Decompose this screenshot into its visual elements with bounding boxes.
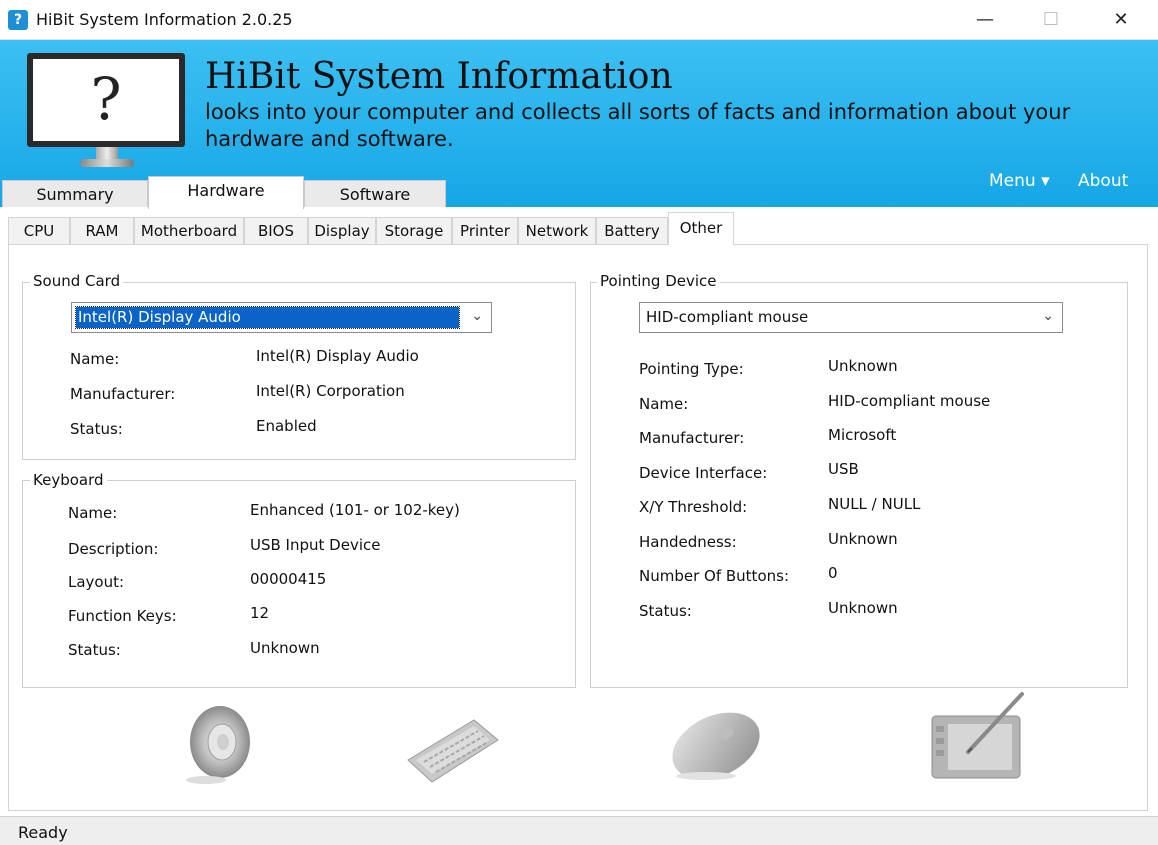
keyboard-function-keys-value: 12 <box>250 604 270 622</box>
sound-card-select[interactable]: Intel(R) Display Audio ⌄ <box>71 302 492 333</box>
pointing-status-value: Unknown <box>828 599 898 617</box>
keyboard-icon <box>407 719 499 783</box>
pointing-handedness-label: Handedness: <box>639 533 737 551</box>
subtab-cpu[interactable]: CPU <box>8 217 70 244</box>
keyboard-status-label: Status: <box>68 641 121 659</box>
pointing-device-selected-value: HID-compliant mouse <box>646 308 809 326</box>
pointing-device-group <box>590 282 1128 688</box>
pointing-name-value: HID-compliant mouse <box>828 392 991 410</box>
pointing-device-title: Pointing Device <box>597 272 720 290</box>
window-title: HiBit System Information 2.0.25 <box>36 10 293 29</box>
pointing-buttons-label: Number Of Buttons: <box>639 567 789 585</box>
app-icon: ? <box>8 10 28 30</box>
keyboard-description-value: USB Input Device <box>250 536 381 554</box>
sound-card-title: Sound Card <box>30 272 124 290</box>
keyboard-layout-label: Layout: <box>68 573 125 591</box>
minimize-button[interactable]: — <box>956 0 1014 40</box>
subtab-ram[interactable]: RAM <box>70 217 134 244</box>
title-bar: ? HiBit System Information 2.0.25 — ☐ ✕ <box>0 0 1158 40</box>
chevron-down-icon: ⌄ <box>1042 308 1054 324</box>
status-bar: Ready <box>0 816 1158 845</box>
subtab-other[interactable]: Other <box>668 212 734 245</box>
monitor-base <box>80 159 134 167</box>
keyboard-status-value: Unknown <box>250 639 320 657</box>
pointing-handedness-value: Unknown <box>828 530 898 548</box>
pointing-manufacturer-label: Manufacturer: <box>639 429 745 447</box>
tab-hardware[interactable]: Hardware <box>148 176 304 209</box>
keyboard-name-label: Name: <box>68 504 118 522</box>
about-link[interactable]: About <box>1078 171 1128 191</box>
keyboard-function-keys-label: Function Keys: <box>68 607 177 625</box>
subtab-bios[interactable]: BIOS <box>244 217 308 244</box>
keyboard-layout-value: 00000415 <box>250 570 327 588</box>
subtab-display[interactable]: Display <box>308 217 376 244</box>
monitor-logo-icon: ? <box>27 53 185 147</box>
pointing-type-label: Pointing Type: <box>639 360 744 378</box>
sound-card-selected-value: Intel(R) Display Audio <box>75 306 460 329</box>
keyboard-name-value: Enhanced (101- or 102-key) <box>250 501 460 519</box>
chevron-down-icon: ⌄ <box>471 308 483 324</box>
keyboard-description-label: Description: <box>68 540 159 558</box>
sound-manufacturer-value: Intel(R) Corporation <box>256 382 405 400</box>
pointing-threshold-value: NULL / NULL <box>828 495 921 513</box>
sound-manufacturer-label: Manufacturer: <box>70 385 176 403</box>
subtab-battery[interactable]: Battery <box>596 217 668 244</box>
pointing-manufacturer-value: Microsoft <box>828 426 897 444</box>
pointing-buttons-value: 0 <box>828 564 838 582</box>
pointing-interface-value: USB <box>828 460 859 478</box>
pointing-threshold-label: X/Y Threshold: <box>639 498 748 516</box>
app-heading: HiBit System Information <box>205 56 673 97</box>
tab-summary[interactable]: Summary <box>2 180 148 208</box>
pointing-status-label: Status: <box>639 602 692 620</box>
status-text: Ready <box>18 823 68 842</box>
speaker-icon <box>186 706 250 784</box>
sound-name-value: Intel(R) Display Audio <box>256 347 419 365</box>
subtab-storage[interactable]: Storage <box>376 217 452 244</box>
sound-status-label: Status: <box>70 420 123 438</box>
sound-name-label: Name: <box>70 350 120 368</box>
sound-status-value: Enabled <box>256 417 317 435</box>
subtab-network[interactable]: Network <box>518 217 596 244</box>
tab-software[interactable]: Software <box>304 180 446 208</box>
menu-button[interactable]: Menu ▾ <box>989 171 1050 191</box>
subtab-motherboard[interactable]: Motherboard <box>134 217 244 244</box>
mouse-icon <box>672 712 760 780</box>
subtab-printer[interactable]: Printer <box>452 217 518 244</box>
app-description: looks into your computer and collects al… <box>205 100 1071 151</box>
keyboard-title: Keyboard <box>30 471 107 489</box>
pointing-device-select[interactable]: HID-compliant mouse ⌄ <box>639 302 1063 333</box>
pointing-interface-label: Device Interface: <box>639 464 768 482</box>
maximize-button[interactable]: ☐ <box>1022 0 1080 40</box>
close-button[interactable]: ✕ <box>1092 0 1150 40</box>
pointing-type-value: Unknown <box>828 357 898 375</box>
graphics-tablet-icon <box>931 692 1024 779</box>
pointing-name-label: Name: <box>639 395 689 413</box>
question-mark-icon: ? <box>90 65 122 133</box>
